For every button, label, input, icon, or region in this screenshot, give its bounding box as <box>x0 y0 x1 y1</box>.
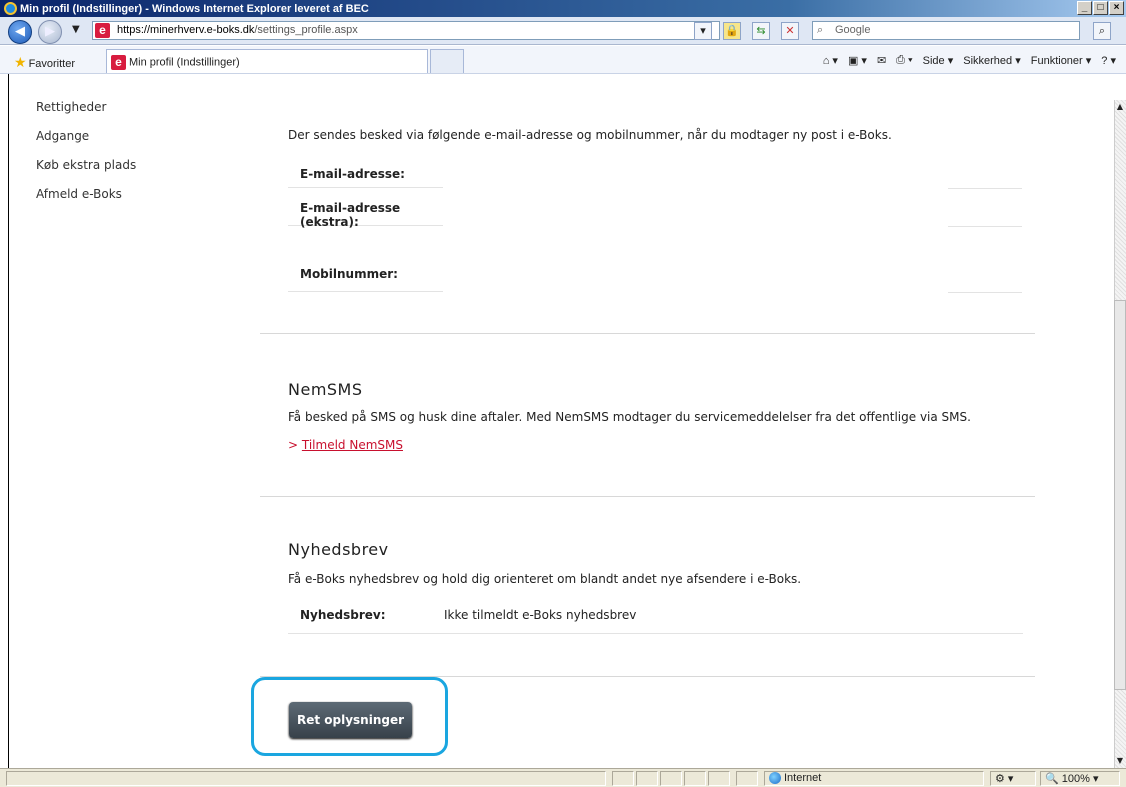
mail-icon[interactable]: ✉ <box>877 54 886 67</box>
zoom-icon: 🔍 <box>1045 773 1059 785</box>
stop-button[interactable]: ✕ <box>781 22 799 40</box>
scrollbar-thumb[interactable] <box>1114 300 1126 690</box>
newsletter-title: Nyhedsbrev <box>288 540 389 559</box>
home-icon[interactable]: ⌂ ▾ <box>823 54 838 67</box>
scroll-down-icon[interactable]: ▼ <box>1115 756 1125 766</box>
minimize-button[interactable]: _ <box>1077 1 1092 15</box>
newsletter-value: Ikke tilmeldt e-Boks nyhedsbrev <box>444 608 637 622</box>
status-text-cell <box>6 771 606 786</box>
sidebar-item-afmeld[interactable]: Afmeld e-Boks <box>36 187 136 216</box>
page-menu[interactable]: Side ▾ <box>923 54 954 67</box>
sidebar-item-koeb-plads[interactable]: Køb ekstra plads <box>36 158 136 187</box>
safety-menu[interactable]: Sikkerhed ▾ <box>963 54 1021 67</box>
divider <box>260 333 1035 334</box>
newsletter-label: Nyhedsbrev: <box>300 608 386 622</box>
scroll-up-icon[interactable]: ▲ <box>1115 102 1125 112</box>
divider <box>260 496 1035 497</box>
url-dropdown-button[interactable]: ▾ <box>694 22 712 40</box>
close-button[interactable]: × <box>1109 1 1124 15</box>
new-tab-button[interactable] <box>430 49 464 73</box>
search-button[interactable]: ⌕ <box>1093 22 1111 40</box>
zoom-control[interactable]: 🔍 100% ▾ <box>1040 771 1120 786</box>
history-dropdown-icon[interactable]: ▼ <box>72 24 80 35</box>
address-bar: ◀ ▶ ▼ e https://minerhverv.e-boks.dk/set… <box>0 17 1126 45</box>
status-cell <box>708 771 730 786</box>
newsletter-text: Få e-Boks nyhedsbrev og hold dig oriente… <box>288 572 802 586</box>
window-title: Min profil (Indstillinger) - Windows Int… <box>20 2 369 15</box>
ie-logo-icon <box>4 2 17 15</box>
browser-tab-active[interactable]: e Min profil (Indstillinger) <box>106 49 428 73</box>
forward-button[interactable]: ▶ <box>38 20 62 44</box>
lock-icon[interactable]: 🔒 <box>723 22 741 40</box>
window-titlebar: Min profil (Indstillinger) - Windows Int… <box>0 0 1126 17</box>
status-cell <box>636 771 658 786</box>
email-extra-label: E-mail-adresse (ekstra): <box>288 198 443 229</box>
status-cell <box>612 771 634 786</box>
protected-mode-icon[interactable]: ⚙ ▾ <box>990 771 1036 786</box>
url-input[interactable]: e https://minerhverv.e-boks.dk/settings_… <box>92 21 720 40</box>
zone-indicator[interactable]: Internet <box>764 771 984 786</box>
notify-intro: Der sendes besked via følgende e-mail-ad… <box>288 128 892 142</box>
favorites-button[interactable]: ★ Favoritter <box>14 54 75 71</box>
eboks-tab-icon: e <box>111 55 126 70</box>
window-left-border <box>8 74 9 768</box>
mobile-label: Mobilnummer: <box>288 264 443 292</box>
status-bar: Internet ⚙ ▾ 🔍 100% ▾ <box>0 768 1126 787</box>
feeds-icon[interactable]: ▣ ▾ <box>848 54 867 67</box>
mobile-value-line <box>948 292 1022 293</box>
sidebar-item-rettigheder[interactable]: Rettigheder <box>36 100 136 129</box>
star-icon: ★ <box>14 54 27 70</box>
ret-oplysninger-button[interactable]: Ret oplysninger <box>289 702 412 738</box>
search-input[interactable]: ⌕ Google <box>812 21 1080 40</box>
globe-icon <box>769 772 781 785</box>
search-magnifier-icon: ⌕ <box>817 24 824 36</box>
maximize-button[interactable]: □ <box>1093 1 1108 15</box>
email-extra-value-line <box>948 226 1022 227</box>
refresh-button[interactable]: ⇆ <box>752 22 770 40</box>
help-icon[interactable]: ? ▾ <box>1101 54 1116 67</box>
back-button[interactable]: ◀ <box>8 20 32 44</box>
settings-sidebar: Rettigheder Adgange Køb ekstra plads Afm… <box>36 100 136 216</box>
nemsms-title: NemSMS <box>288 380 363 399</box>
favorites-bar: ★ Favoritter e Min profil (Indstillinger) … <box>0 46 1126 74</box>
eboks-favicon-icon: e <box>95 23 110 38</box>
print-icon[interactable]: ⎙ ▾ <box>896 54 912 67</box>
vertical-scrollbar[interactable]: ▲ ▼ <box>1114 100 1126 768</box>
nemsms-text: Få besked på SMS og husk dine aftaler. M… <box>288 410 971 424</box>
newsletter-row: Nyhedsbrev: Ikke tilmeldt e-Boks nyhedsb… <box>288 600 1023 634</box>
tilmeld-nemsms-link[interactable]: > Tilmeld NemSMS <box>288 438 403 452</box>
email-label: E-mail-adresse: <box>288 162 443 188</box>
sidebar-item-adgange[interactable]: Adgange <box>36 129 136 158</box>
status-cell <box>736 771 758 786</box>
email-value-line <box>948 188 1022 189</box>
tools-menu[interactable]: Funktioner ▾ <box>1031 54 1092 67</box>
status-cell <box>660 771 682 786</box>
status-cell <box>684 771 706 786</box>
